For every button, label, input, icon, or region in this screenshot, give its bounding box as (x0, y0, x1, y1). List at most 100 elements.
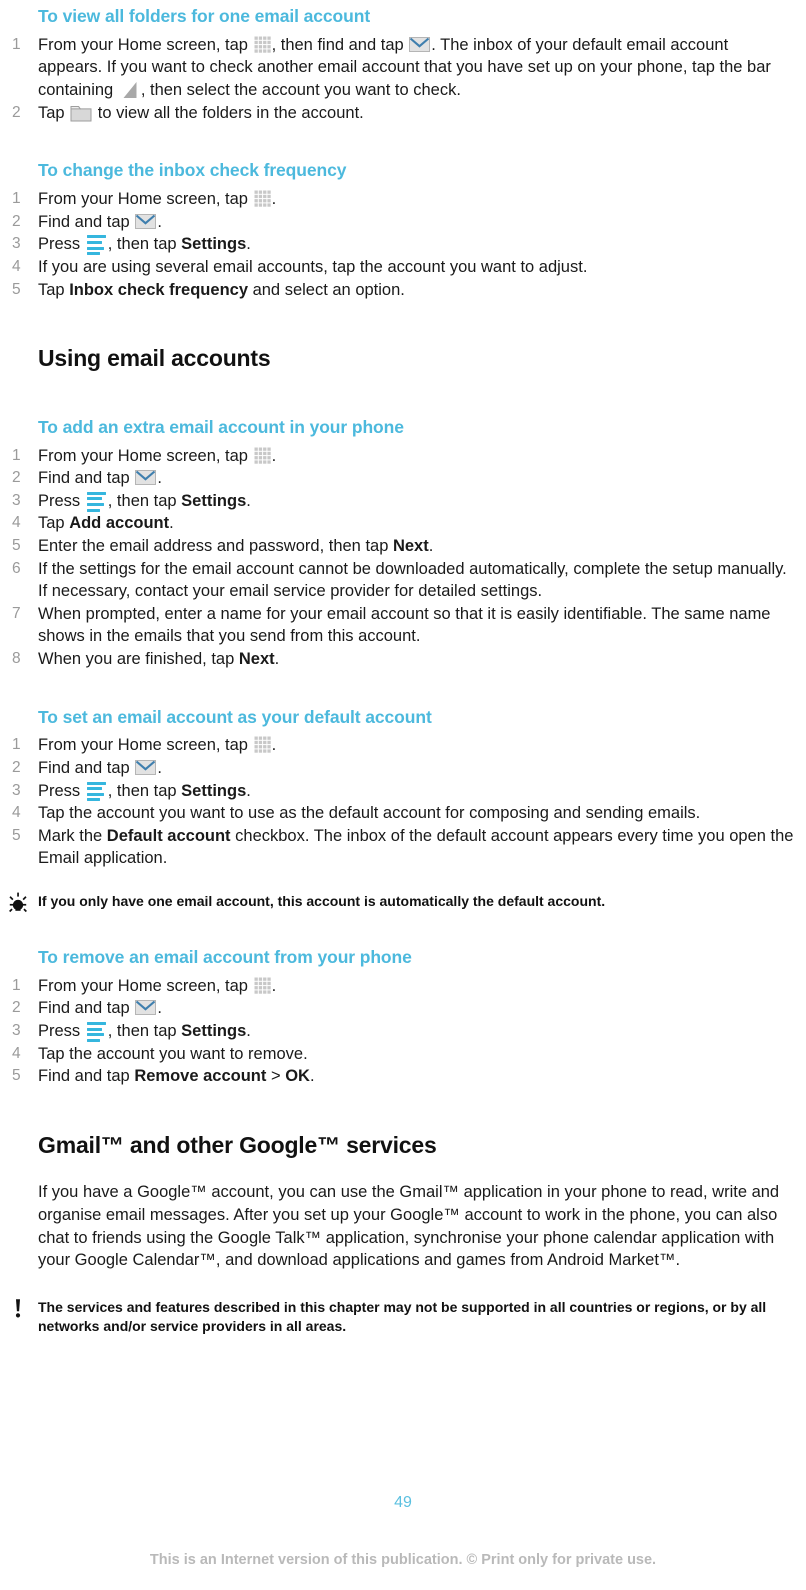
step-text: Press , then tap Settings. (38, 235, 251, 256)
step-text: Find and tap . (38, 469, 162, 488)
steps-set-default-account: From your Home screen, tap . Find and ta… (0, 734, 806, 870)
step-text: Find and tap . (38, 999, 162, 1018)
emphasis-text: Next (392, 536, 429, 555)
step-item: Mark the Default account checkbox. The i… (0, 825, 806, 870)
step-item: Tap the account you want to remove. (0, 1043, 806, 1066)
step-text: If the settings for the email account ca… (38, 559, 787, 601)
chapter-heading-gmail-google-services: Gmail™ and other Google™ services (38, 1131, 437, 1158)
envelope-icon (135, 213, 157, 229)
envelope-icon (409, 36, 431, 52)
emphasis-text: Settings (181, 1022, 247, 1041)
step-text: Enter the email address and password, th… (38, 536, 434, 555)
step-text: From your Home screen, tap . (38, 446, 277, 465)
step-item: Press , then tap Settings. (0, 233, 806, 256)
step-item: When you are finished, tap Next. (0, 648, 806, 671)
envelope-icon (135, 469, 157, 486)
step-item: Press , then tap Settings. (0, 1020, 806, 1043)
step-text: From your Home screen, tap . (38, 736, 277, 755)
step-item: Tap to view all the folders in the accou… (0, 102, 806, 125)
steps-add-extra-account: From your Home screen, tap . Find and ta… (0, 445, 806, 671)
gmail-paragraph: If you have a Google™ account, you can u… (38, 1183, 780, 1270)
step-text: Tap the account you want to remove. (38, 1044, 308, 1063)
emphasis-text: OK (285, 1067, 310, 1086)
step-text: Find and tap Remove account > OK. (38, 1067, 315, 1086)
step-text: From your Home screen, tap . (38, 976, 277, 995)
step-item: Find and tap . (0, 997, 806, 1020)
menu-icon (86, 491, 106, 512)
menu-icon (86, 235, 106, 256)
emphasis-text: Settings (181, 235, 247, 254)
step-item: From your Home screen, tap . (0, 445, 806, 468)
emphasis-text: Settings (181, 491, 247, 510)
tip-callout: If you only have one email account, this… (0, 892, 806, 914)
step-item: Find and tap . (0, 757, 806, 780)
emphasis-text: Add account (69, 514, 170, 533)
document-page: To view all folders for one email accoun… (0, 0, 806, 1590)
lightbulb-icon (4, 892, 32, 914)
section-heading-add-extra-account: To add an extra email account in your ph… (38, 416, 404, 437)
step-item: If the settings for the email account ca… (0, 558, 806, 603)
triangle-icon (121, 81, 138, 99)
emphasis-text: Inbox check frequency (69, 280, 248, 299)
steps-inbox-check-frequency: From your Home screen, tap . Find and ta… (0, 188, 806, 301)
app-grid-icon (254, 736, 271, 754)
folder-icon (70, 103, 92, 122)
emphasis-text: Settings (181, 781, 247, 800)
app-grid-icon (254, 36, 271, 53)
emphasis-text: Next (238, 649, 275, 668)
step-text: Tap Add account. (38, 514, 174, 533)
warning-text: The services and features described in t… (38, 1298, 767, 1334)
app-grid-icon (254, 977, 271, 994)
step-text: If you are using several email accounts,… (38, 257, 588, 276)
step-text: Press , then tap Settings. (38, 491, 251, 512)
step-item: If you are using several email accounts,… (0, 256, 806, 279)
step-item: From your Home screen, tap . (0, 975, 806, 998)
step-text: Find and tap . (38, 758, 162, 777)
step-item: Tap Add account. (0, 512, 806, 535)
exclamation-icon (4, 1298, 32, 1320)
tip-text: If you only have one email account, this… (38, 892, 606, 909)
step-text: When you are finished, tap Next. (38, 649, 280, 668)
step-item: From your Home screen, tap , then find a… (0, 34, 806, 102)
warning-callout: The services and features described in t… (0, 1298, 806, 1336)
step-item: Find and tap . (0, 211, 806, 234)
section-heading-view-all-folders: To view all folders for one email accoun… (38, 6, 371, 26)
step-item: When prompted, enter a name for your ema… (0, 603, 806, 648)
step-text: Tap the account you want to use as the d… (38, 804, 701, 823)
step-item: Enter the email address and password, th… (0, 535, 806, 558)
step-text: Press , then tap Settings. (38, 781, 251, 802)
step-item: From your Home screen, tap . (0, 188, 806, 211)
steps-remove-account: From your Home screen, tap . Find and ta… (0, 975, 806, 1088)
app-grid-icon (254, 447, 271, 464)
step-text: Mark the Default account checkbox. The i… (38, 826, 794, 868)
step-text: Tap to view all the folders in the accou… (38, 103, 364, 122)
page-number: 49 (394, 1494, 412, 1511)
menu-icon (86, 1022, 106, 1042)
footer-note: This is an Internet version of this publ… (149, 1552, 657, 1568)
menu-icon (86, 781, 106, 802)
step-text: From your Home screen, tap , then find a… (38, 35, 771, 100)
steps-view-all-folders: From your Home screen, tap , then find a… (0, 34, 806, 124)
envelope-icon (135, 759, 157, 775)
step-item: Find and tap . (0, 467, 806, 490)
step-item: Tap Inbox check frequency and select an … (0, 279, 806, 302)
step-item: Press , then tap Settings. (0, 780, 806, 803)
step-item: Press , then tap Settings. (0, 490, 806, 513)
step-item: Tap the account you want to use as the d… (0, 802, 806, 825)
section-heading-set-default-account: To set an email account as your default … (38, 706, 432, 727)
emphasis-text: Default account (106, 826, 231, 845)
step-text: From your Home screen, tap . (38, 190, 277, 209)
app-grid-icon (254, 190, 271, 207)
step-text: When prompted, enter a name for your ema… (38, 604, 771, 646)
step-item: From your Home screen, tap . (0, 734, 806, 757)
chapter-heading-using-email-accounts: Using email accounts (38, 345, 271, 372)
section-heading-inbox-check-frequency: To change the inbox check frequency (38, 160, 347, 181)
